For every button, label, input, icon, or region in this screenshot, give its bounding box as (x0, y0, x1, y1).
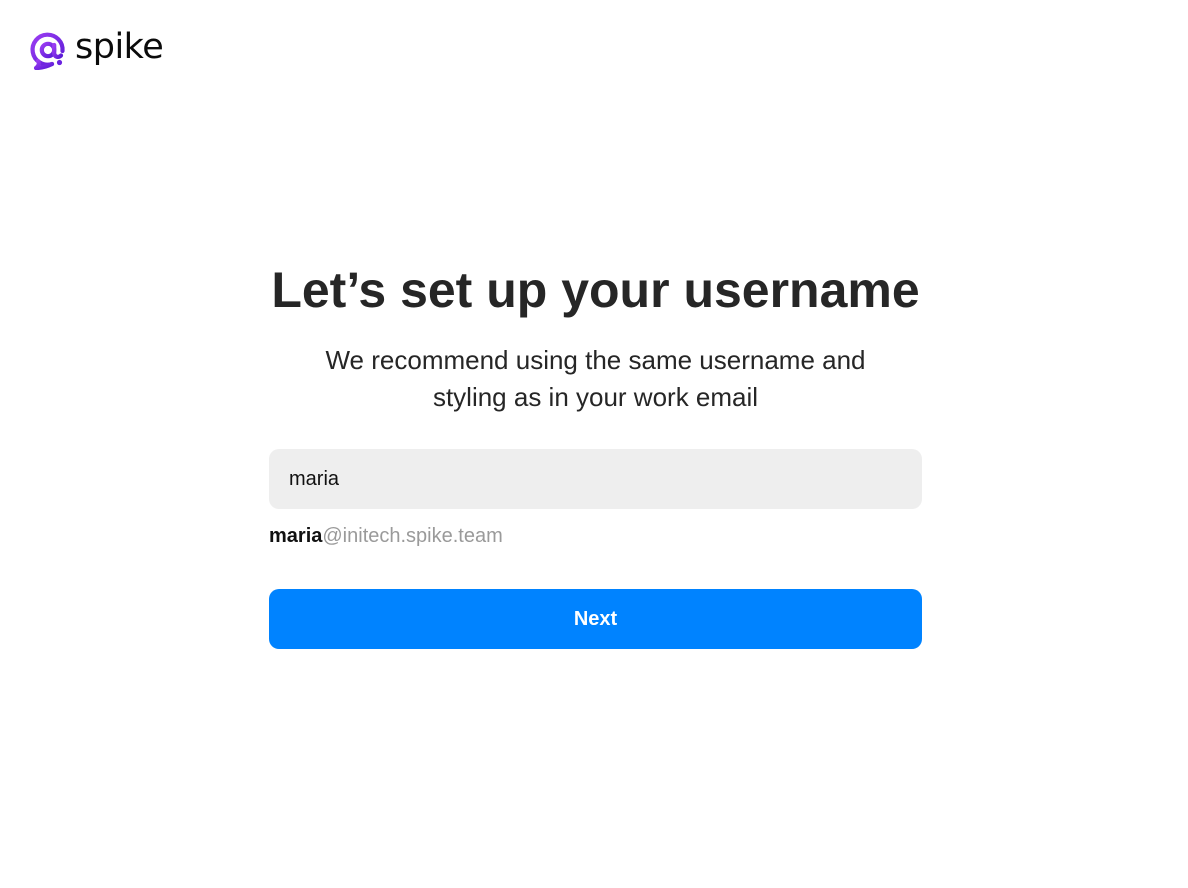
brand-name: spike (75, 27, 164, 67)
address-domain: @initech.spike.team (322, 525, 503, 547)
onboarding-page: spike Let’s set up your username We reco… (0, 0, 1188, 888)
email-address-preview: maria@initech.spike.team (269, 524, 922, 548)
spike-logo[interactable]: spike (28, 27, 164, 70)
next-button[interactable]: Next (269, 589, 922, 649)
spike-at-logo-icon (30, 32, 65, 70)
username-setup-form: Let’s set up your username We recommend … (269, 260, 922, 649)
page-subtitle: We recommend using the same username and… (325, 345, 866, 412)
page-title: Let’s set up your username (271, 262, 920, 318)
username-input[interactable] (269, 449, 922, 509)
address-username: maria (269, 525, 323, 547)
